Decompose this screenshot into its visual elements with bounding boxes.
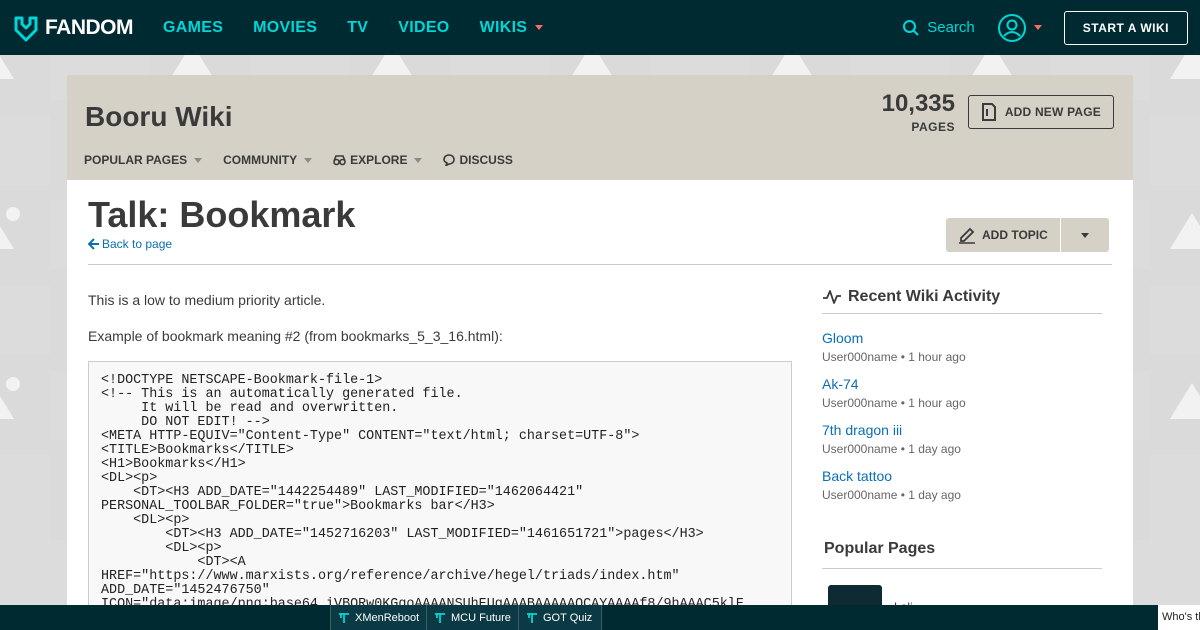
add-new-page-button[interactable]: ADD NEW PAGE	[967, 95, 1114, 129]
bottom-tab[interactable]: MCU Future	[426, 605, 521, 630]
title-divider	[88, 264, 1112, 265]
page-count: 10,335 PAGES	[882, 90, 955, 136]
nav-games[interactable]: GAMES	[163, 19, 223, 37]
nav-wikis[interactable]: WIKIS	[480, 19, 544, 37]
add-topic-button-group: ADD TOPIC	[946, 218, 1109, 252]
fandom-tab-icon	[527, 612, 537, 623]
activity-item-title[interactable]: 7th dragon iii	[822, 422, 961, 438]
add-topic-dropdown[interactable]	[1061, 218, 1109, 252]
nav-explore-label: EXPLORE	[350, 153, 408, 167]
activity-item-meta: User000name • 1 hour ago	[822, 350, 966, 364]
activity-item-title[interactable]: Gloom	[822, 330, 966, 346]
nav-explore[interactable]: EXPLORE	[333, 153, 423, 167]
nav-video-label: VIDEO	[398, 18, 450, 36]
global-nav-right: Search START A WIKI	[902, 10, 1188, 45]
background-tile	[1150, 55, 1200, 115]
wiki-header: Booru Wiki 10,335 PAGES ADD NEW PAGE POP…	[67, 75, 1133, 180]
nav-movies[interactable]: MOVIES	[253, 19, 317, 37]
add-topic-label: ADD TOPIC	[982, 228, 1048, 242]
search-label: Search	[927, 19, 975, 36]
nav-community[interactable]: COMMUNITY	[223, 153, 313, 167]
chevron-down-icon	[1080, 232, 1089, 238]
page-count-number: 10,335	[881, 90, 955, 117]
activity-item: 7th dragon iii User000name • 1 day ago	[822, 422, 961, 456]
nav-discuss[interactable]: DISCUSS	[443, 153, 513, 167]
nav-tv[interactable]: TV	[347, 19, 368, 37]
rail-divider	[822, 313, 1102, 314]
bottom-tab[interactable]: XMenReboot	[330, 605, 430, 630]
paragraph-example: Example of bookmark meaning #2 (from boo…	[88, 328, 503, 344]
page-content: Talk: Bookmark Back to page ADD TOPIC Th…	[67, 180, 1133, 630]
background-tile	[1150, 185, 1200, 285]
activity-item: Ak-74 User000name • 1 hour ago	[822, 376, 966, 410]
start-a-wiki-button[interactable]: START A WIKI	[1063, 10, 1188, 45]
user-avatar-icon	[997, 13, 1026, 42]
local-nav: POPULAR PAGES COMMUNITY EXPLORE DISCUSS	[84, 153, 534, 167]
add-new-page-label: ADD NEW PAGE	[1004, 105, 1101, 119]
search-button[interactable]: Search	[902, 19, 975, 37]
background-tile	[0, 55, 50, 115]
paragraph-priority: This is a low to medium priority article…	[88, 292, 326, 308]
global-nav-links: GAMES MOVIES TV VIDEO WIKIS	[163, 19, 573, 37]
bottom-bar-right-panel[interactable]: Who's th	[1158, 605, 1200, 630]
user-menu[interactable]	[997, 13, 1042, 43]
chevron-down-icon	[414, 157, 423, 163]
activity-item-title[interactable]: Back tattoo	[822, 468, 961, 484]
nav-wikis-label: WIKIS	[479, 18, 528, 36]
nav-video[interactable]: VIDEO	[398, 19, 449, 37]
bottom-tab-label: GOT Quiz	[543, 611, 593, 624]
fandom-logo[interactable]: FANDOM	[12, 14, 134, 42]
code-block: <!DOCTYPE NETSCAPE-Bookmark-file-1> <!--…	[88, 361, 792, 630]
activity-icon	[823, 290, 841, 304]
background-tile	[0, 355, 50, 455]
bottom-bar: XMenReboot MCU Future GOT Quiz Who's th	[0, 605, 1200, 630]
pencil-icon	[959, 227, 975, 244]
global-nav: FANDOM GAMES MOVIES TV VIDEO WIKIS Searc…	[0, 0, 1200, 55]
nav-community-label: COMMUNITY	[223, 153, 298, 167]
new-page-icon	[981, 103, 996, 121]
activity-item-title[interactable]: Ak-74	[822, 376, 966, 392]
nav-popular-pages[interactable]: POPULAR PAGES	[84, 153, 203, 167]
chevron-down-icon	[535, 25, 544, 30]
page-title: Talk: Bookmark	[88, 194, 356, 235]
explore-icon	[333, 154, 346, 165]
activity-item: Gloom User000name • 1 hour ago	[822, 330, 966, 364]
add-topic-button[interactable]: ADD TOPIC	[946, 218, 1061, 252]
activity-item-meta: User000name • 1 day ago	[822, 488, 961, 502]
back-link-label: Back to page	[102, 237, 173, 251]
rail-divider	[822, 568, 1102, 569]
arrow-left-icon	[88, 238, 99, 250]
recent-activity-title: Recent Wiki Activity	[848, 288, 1001, 305]
fandom-tab-icon	[339, 612, 349, 623]
search-icon	[903, 19, 919, 36]
back-to-page-link[interactable]: Back to page	[88, 237, 172, 251]
chevron-down-icon	[194, 157, 203, 163]
nav-movies-label: MOVIES	[253, 18, 318, 36]
wiki-title[interactable]: Booru Wiki	[85, 101, 233, 133]
nav-discuss-label: DISCUSS	[459, 153, 513, 167]
fandom-heart-icon	[14, 16, 38, 41]
activity-item: Back tattoo User000name • 1 day ago	[822, 468, 961, 502]
bottom-tab-label: XMenReboot	[355, 611, 420, 624]
chevron-down-icon	[1033, 25, 1042, 30]
nav-popular-pages-label: POPULAR PAGES	[84, 153, 188, 167]
nav-tv-label: TV	[347, 18, 369, 36]
activity-item-meta: User000name • 1 day ago	[822, 442, 961, 456]
page-count-label: PAGES	[911, 120, 955, 134]
fandom-tab-icon	[435, 612, 445, 623]
bottom-tab[interactable]: GOT Quiz	[518, 605, 603, 630]
background-tile	[1150, 355, 1200, 455]
activity-item-meta: User000name • 1 hour ago	[822, 396, 966, 410]
logo-text: FANDOM	[45, 15, 134, 39]
background-tile	[0, 185, 50, 285]
recent-activity-heading: Recent Wiki Activity	[822, 288, 1102, 306]
discuss-icon	[443, 154, 456, 166]
popular-pages-title: Popular Pages	[824, 540, 936, 557]
bottom-tab-label: MCU Future	[451, 611, 511, 624]
nav-games-label: GAMES	[163, 18, 224, 36]
chevron-down-icon	[304, 157, 313, 163]
